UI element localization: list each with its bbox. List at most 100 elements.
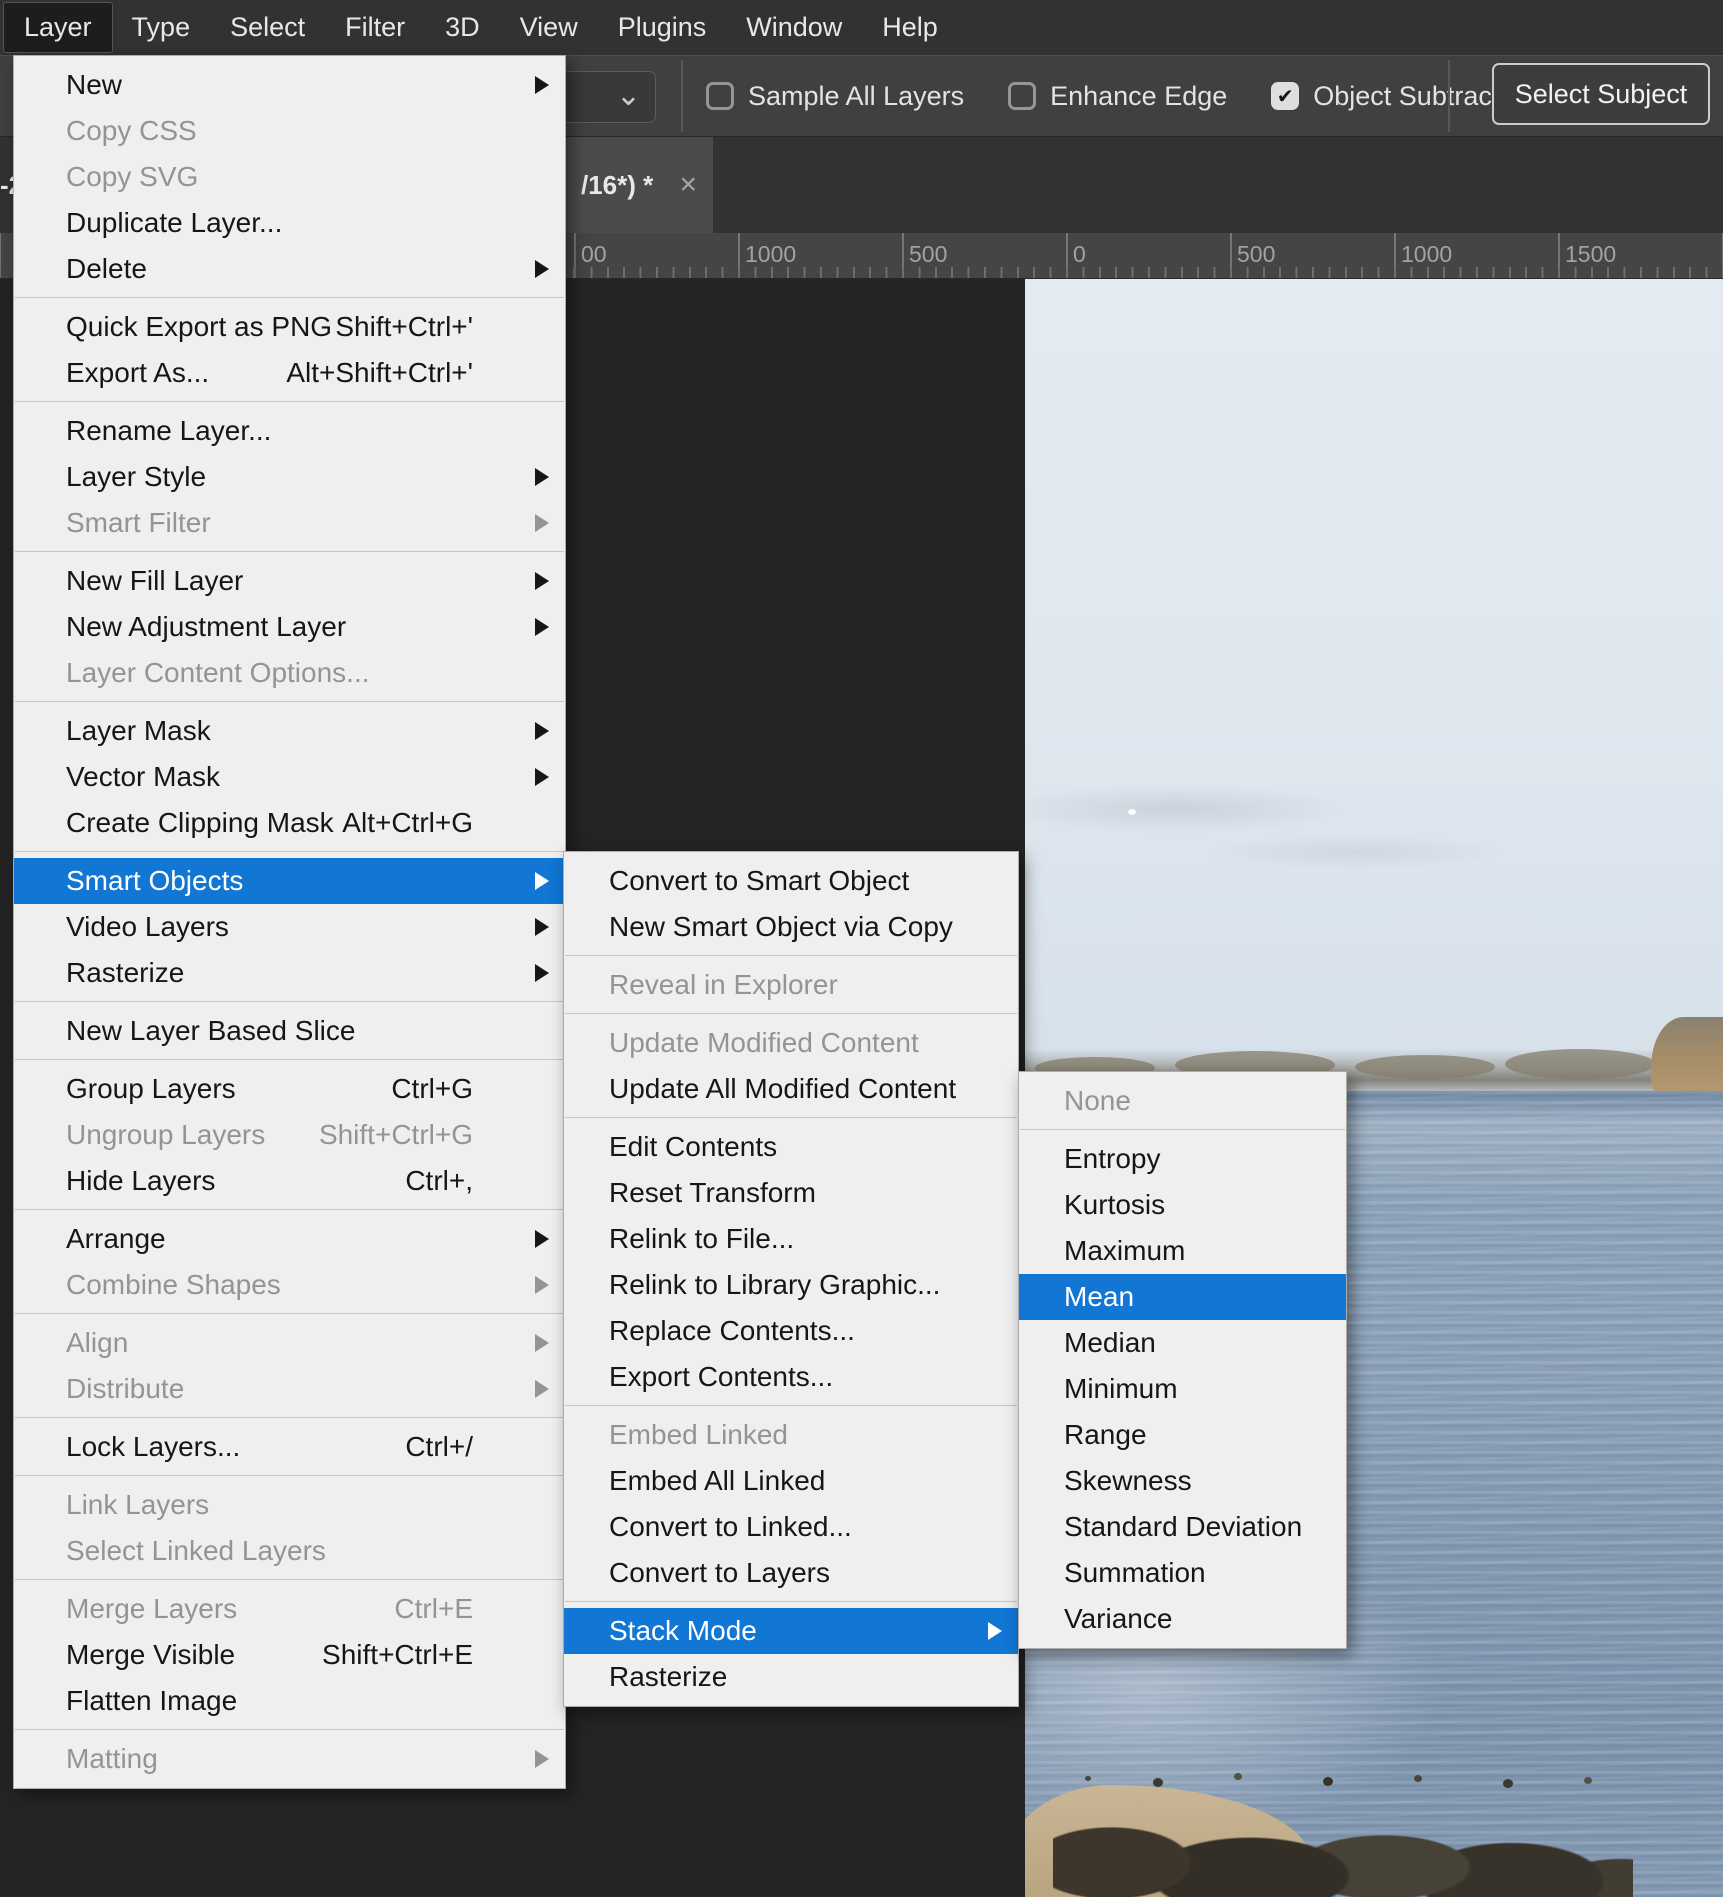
- menu-item-relink-to-library-graphic[interactable]: Relink to Library Graphic...: [564, 1262, 1018, 1308]
- menu-item-standard-deviation[interactable]: Standard Deviation: [1019, 1504, 1346, 1550]
- menu-item-combine-shapes[interactable]: Combine Shapes: [14, 1262, 565, 1308]
- menu-item-edit-contents[interactable]: Edit Contents: [564, 1124, 1018, 1170]
- menu-item-arrange[interactable]: Arrange: [14, 1216, 565, 1262]
- select-subject-button[interactable]: Select Subject: [1492, 63, 1710, 125]
- menu-item-stack-mode[interactable]: Stack Mode: [564, 1608, 1018, 1654]
- menu-item-align[interactable]: Align: [14, 1320, 565, 1366]
- submenu-arrow-icon: [535, 1750, 549, 1768]
- checkbox-sample-all-layers[interactable]: Sample All Layers: [706, 81, 964, 112]
- ruler-label: 1000: [738, 241, 902, 268]
- checkbox-box[interactable]: [706, 82, 734, 110]
- menu-item-label: Flatten Image: [66, 1685, 237, 1717]
- menu-item-relink-to-file[interactable]: Relink to File...: [564, 1216, 1018, 1262]
- menu-item-matting[interactable]: Matting: [14, 1736, 565, 1782]
- menu-item-convert-to-smart-object[interactable]: Convert to Smart Object: [564, 858, 1018, 904]
- checkbox-object-subtract[interactable]: ✔Object Subtract: [1271, 81, 1499, 112]
- menu-item-replace-contents[interactable]: Replace Contents...: [564, 1308, 1018, 1354]
- menu-item-copy-css[interactable]: Copy CSS: [14, 108, 565, 154]
- menu-item-new-adjustment-layer[interactable]: New Adjustment Layer: [14, 604, 565, 650]
- menubar-item-select[interactable]: Select: [210, 3, 325, 52]
- menu-item-rasterize[interactable]: Rasterize: [564, 1654, 1018, 1700]
- menu-item-new-layer-based-slice[interactable]: New Layer Based Slice: [14, 1008, 565, 1054]
- menu-item-entropy[interactable]: Entropy: [1019, 1136, 1346, 1182]
- menu-item-label: Copy CSS: [66, 115, 197, 147]
- photo-bird-speck: [1128, 809, 1136, 815]
- menu-item-merge-layers[interactable]: Merge LayersCtrl+E: [14, 1586, 565, 1632]
- close-tab-icon[interactable]: ×: [679, 168, 697, 202]
- menu-item-kurtosis[interactable]: Kurtosis: [1019, 1182, 1346, 1228]
- menu-item-layer-mask[interactable]: Layer Mask: [14, 708, 565, 754]
- menu-item-select-linked-layers[interactable]: Select Linked Layers: [14, 1528, 565, 1574]
- menu-item-mean[interactable]: Mean: [1019, 1274, 1346, 1320]
- menubar-item-view[interactable]: View: [500, 3, 598, 52]
- menubar-item-window[interactable]: Window: [726, 3, 862, 52]
- menu-item-label: Rasterize: [609, 1661, 727, 1693]
- menu-item-embed-all-linked[interactable]: Embed All Linked: [564, 1458, 1018, 1504]
- smart-objects-submenu-panel: Convert to Smart ObjectNew Smart Object …: [563, 851, 1019, 1707]
- active-document-tab[interactable]: /16*) * ×: [565, 137, 713, 233]
- submenu-arrow-icon: [535, 964, 549, 982]
- menu-item-quick-export-as-png[interactable]: Quick Export as PNGShift+Ctrl+': [14, 304, 565, 350]
- menu-item-convert-to-layers[interactable]: Convert to Layers: [564, 1550, 1018, 1596]
- menu-item-copy-svg[interactable]: Copy SVG: [14, 154, 565, 200]
- menu-item-reveal-in-explorer[interactable]: Reveal in Explorer: [564, 962, 1018, 1008]
- menubar-item-type[interactable]: Type: [112, 3, 211, 52]
- menu-item-update-all-modified-content[interactable]: Update All Modified Content: [564, 1066, 1018, 1112]
- menu-item-distribute[interactable]: Distribute: [14, 1366, 565, 1412]
- menu-item-duplicate-layer[interactable]: Duplicate Layer...: [14, 200, 565, 246]
- menu-item-label: Variance: [1064, 1603, 1172, 1635]
- menu-item-create-clipping-mask[interactable]: Create Clipping MaskAlt+Ctrl+G: [14, 800, 565, 846]
- menu-item-label: Smart Filter: [66, 507, 211, 539]
- menu-item-lock-layers[interactable]: Lock Layers...Ctrl+/: [14, 1424, 565, 1470]
- menu-item-ungroup-layers[interactable]: Ungroup LayersShift+Ctrl+G: [14, 1112, 565, 1158]
- checkbox-enhance-edge[interactable]: Enhance Edge: [1008, 81, 1227, 112]
- checkbox-box[interactable]: ✔: [1271, 82, 1299, 110]
- menu-item-reset-transform[interactable]: Reset Transform: [564, 1170, 1018, 1216]
- menu-item-rename-layer[interactable]: Rename Layer...: [14, 408, 565, 454]
- menu-item-convert-to-linked[interactable]: Convert to Linked...: [564, 1504, 1018, 1550]
- menubar-item-filter[interactable]: Filter: [325, 3, 425, 52]
- menu-item-maximum[interactable]: Maximum: [1019, 1228, 1346, 1274]
- menu-item-label: Minimum: [1064, 1373, 1178, 1405]
- menu-item-hide-layers[interactable]: Hide LayersCtrl+,: [14, 1158, 565, 1204]
- menu-item-smart-objects[interactable]: Smart Objects: [14, 858, 565, 904]
- menu-item-layer-content-options[interactable]: Layer Content Options...: [14, 650, 565, 696]
- menu-item-label: Create Clipping Mask: [66, 807, 334, 839]
- menu-item-video-layers[interactable]: Video Layers: [14, 904, 565, 950]
- submenu-arrow-icon: [535, 1230, 549, 1248]
- menu-item-summation[interactable]: Summation: [1019, 1550, 1346, 1596]
- hidden-document-tab[interactable]: -2: [0, 137, 14, 233]
- menu-item-embed-linked[interactable]: Embed Linked: [564, 1412, 1018, 1458]
- menu-separator: [15, 1209, 564, 1210]
- menu-item-minimum[interactable]: Minimum: [1019, 1366, 1346, 1412]
- menu-item-export-as[interactable]: Export As...Alt+Shift+Ctrl+': [14, 350, 565, 396]
- menu-item-delete[interactable]: Delete: [14, 246, 565, 292]
- menu-item-rasterize[interactable]: Rasterize: [14, 950, 565, 996]
- menu-item-median[interactable]: Median: [1019, 1320, 1346, 1366]
- menu-item-flatten-image[interactable]: Flatten Image: [14, 1678, 565, 1724]
- menubar-item-plugins[interactable]: Plugins: [598, 3, 727, 52]
- menu-item-update-modified-content[interactable]: Update Modified Content: [564, 1020, 1018, 1066]
- checkbox-box[interactable]: [1008, 82, 1036, 110]
- menu-item-link-layers[interactable]: Link Layers: [14, 1482, 565, 1528]
- menu-item-range[interactable]: Range: [1019, 1412, 1346, 1458]
- submenu-arrow-icon: [535, 872, 549, 890]
- menu-item-new-fill-layer[interactable]: New Fill Layer: [14, 558, 565, 604]
- menu-item-new-smart-object-via-copy[interactable]: New Smart Object via Copy: [564, 904, 1018, 950]
- menu-item-export-contents[interactable]: Export Contents...: [564, 1354, 1018, 1400]
- menubar-item-3d[interactable]: 3D: [425, 3, 500, 52]
- menu-item-vector-mask[interactable]: Vector Mask: [14, 754, 565, 800]
- menu-item-layer-style[interactable]: Layer Style: [14, 454, 565, 500]
- photo-cloud: [1205, 834, 1505, 870]
- menubar-item-help[interactable]: Help: [862, 3, 958, 52]
- menu-item-merge-visible[interactable]: Merge VisibleShift+Ctrl+E: [14, 1632, 565, 1678]
- menu-item-new[interactable]: New: [14, 62, 565, 108]
- menu-item-label: New Layer Based Slice: [66, 1015, 355, 1047]
- menu-item-skewness[interactable]: Skewness: [1019, 1458, 1346, 1504]
- menu-item-variance[interactable]: Variance: [1019, 1596, 1346, 1642]
- menu-item-none[interactable]: None: [1019, 1078, 1346, 1124]
- menu-item-group-layers[interactable]: Group LayersCtrl+G: [14, 1066, 565, 1112]
- submenu-arrow-icon: [988, 1622, 1002, 1640]
- menu-item-smart-filter[interactable]: Smart Filter: [14, 500, 565, 546]
- menubar-item-layer[interactable]: Layer: [4, 3, 112, 52]
